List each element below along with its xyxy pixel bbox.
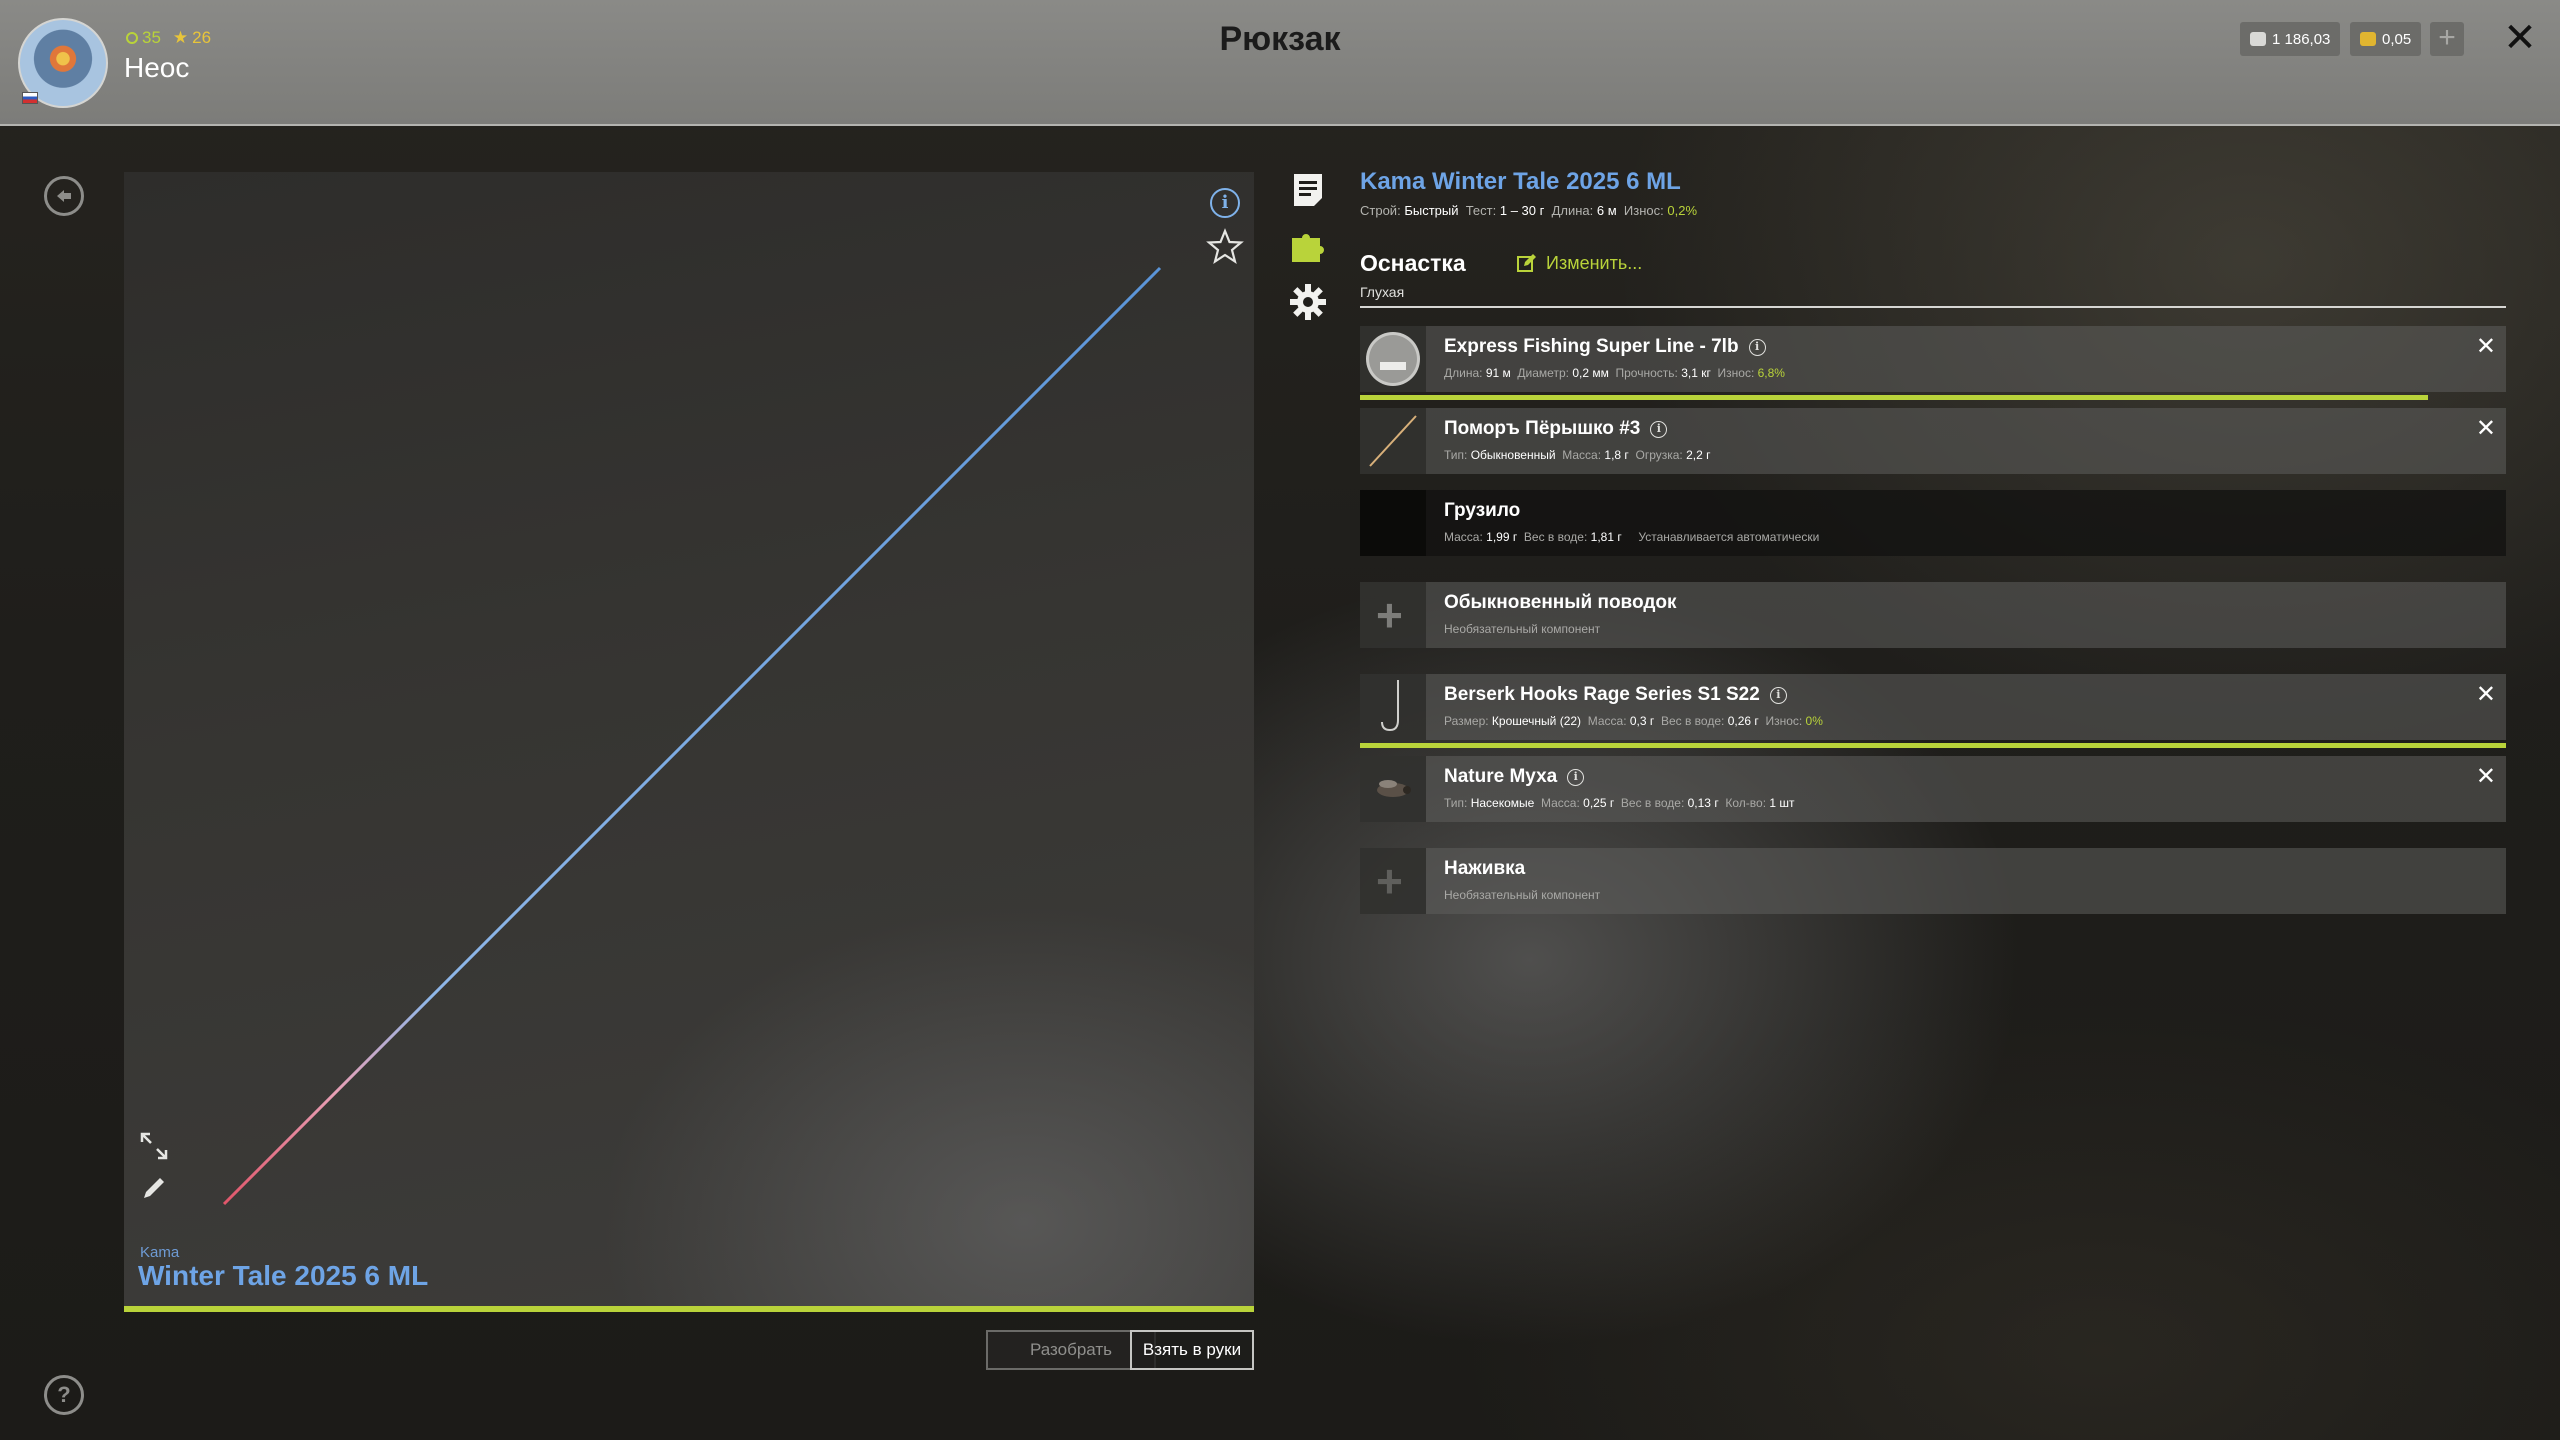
info-icon[interactable]: i [1769,686,1787,704]
add-icon: + [1376,589,1403,641]
component-subtitle: Необязательный компонент [1444,888,1601,902]
component-leader-slot[interactable]: + Обыкновенный поводок Необязательный ко… [1360,582,2506,648]
line-spool-icon [1366,332,1420,386]
float-thumbnail [1360,408,1426,474]
top-bar: 35 ★ 26 Неос Рюкзак 1 186,03 0,05 + ✕ [0,0,2560,126]
component-name: Berserk Hooks Rage Series S1 S22 i [1444,684,1787,706]
page-title: Рюкзак [1219,20,1341,58]
component-name: Обыкновенный поводок [1444,592,1677,613]
fly-icon [1377,780,1411,797]
rod-title: Kama Winter Tale 2025 6 ML [1360,168,1681,195]
hook-wear-bar [1360,743,2506,748]
close-button[interactable]: ✕ [2500,16,2540,60]
add-currency-button[interactable]: + [2430,22,2464,56]
info-icon[interactable]: i [1567,768,1585,786]
rod-3d-view [222,266,1162,1206]
remove-button[interactable]: ✕ [2476,680,2496,709]
rod-model: Winter Tale 2025 6 ML [138,1260,429,1291]
line-thumbnail [1360,326,1426,392]
add-icon: + [1376,855,1403,907]
gold-amount: 0,05 [2382,30,2412,48]
component-line[interactable]: Express Fishing Super Line - 7lb i Длина… [1360,326,2506,392]
help-button[interactable]: ? [44,1375,84,1415]
component-details: Длина: 91 м Диаметр: 0,2 мм Прочность: 3… [1444,366,1785,380]
fly-thumbnail [1360,756,1426,822]
component-bait-slot[interactable]: + Наживка Необязательный компонент [1360,848,2506,914]
gold-balance: 0,05 [2350,22,2422,56]
description-tab-icon[interactable] [1288,170,1328,210]
component-details: Тип: Обыкновенный Масса: 1,8 г Огрузка: … [1444,448,1711,462]
component-name: Грузило [1444,500,1521,521]
back-icon [57,190,71,202]
component-hook[interactable]: Berserk Hooks Rage Series S1 S22 i Разме… [1360,674,2506,740]
remove-button[interactable]: ✕ [2476,762,2496,791]
component-details: Масса: 1,99 г Вес в воде: 1,81 г Устанав… [1444,530,1820,544]
component-details: Размер: Крошечный (22) Масса: 0,3 г Вес … [1444,714,1823,728]
rod-wear-bar [124,1306,1254,1312]
rod-brand: Kama [140,1244,180,1261]
component-name: Nature Муха i [1444,766,1585,788]
line-wear-bar [1360,395,2428,400]
component-name: Поморъ Пёрышко #3 i [1444,418,1668,440]
rig-divider [1360,306,2506,308]
component-sinker[interactable]: Грузило Масса: 1,99 г Вес в воде: 1,81 г… [1360,490,2506,556]
gold-coin-icon [2360,32,2376,46]
component-name: Express Fishing Super Line - 7lb i [1444,336,1766,358]
back-button[interactable] [44,176,84,216]
component-bait-fly[interactable]: Nature Муха i Тип: Насекомые Масса: 0,25… [1360,756,2506,822]
silver-amount: 1 186,03 [2272,30,2331,48]
hook-thumbnail [1360,674,1426,740]
float-icon [1369,415,1417,467]
bait-thumbnail: + [1360,848,1426,914]
component-details: Тип: Насекомые Масса: 0,25 г Вес в воде:… [1444,796,1795,810]
component-float[interactable]: Поморъ Пёрышко #3 i Тип: Обыкновенный Ма… [1360,408,2506,474]
settings-gear-tab-icon[interactable] [1288,282,1328,322]
question-icon: ? [57,1382,71,1407]
remove-button[interactable]: ✕ [2476,414,2496,443]
russia-flag-icon [22,92,38,104]
edit-icon [1517,254,1536,272]
favorite-star-icon[interactable] [1206,228,1244,266]
pencil-icon[interactable] [138,1172,170,1204]
rod-preview[interactable]: i Kama Winter Tale 2025 6 ML [124,172,1254,1312]
silver-coin-icon [2250,32,2266,46]
equip-button[interactable]: Взять в руки [1130,1330,1254,1370]
rig-edit-label: Изменить... [1546,252,1643,273]
expand-icon[interactable] [138,1130,170,1162]
rig-edit-button[interactable]: Изменить... [1516,252,1642,274]
rig-heading: Оснастка [1360,250,1466,276]
remove-button[interactable]: ✕ [2476,332,2496,361]
rod-specs: Строй: Быстрый Тест: 1 – 30 г Длина: 6 м… [1360,203,1698,218]
component-name: Наживка [1444,858,1526,879]
rig-type: Глухая [1360,284,1405,300]
info-icon[interactable]: i [1650,420,1668,438]
rig-puzzle-tab-icon[interactable] [1288,226,1328,266]
hook-icon [1381,680,1399,732]
silver-balance: 1 186,03 [2240,22,2341,56]
info-icon[interactable]: i [1748,338,1766,356]
sinker-auto-note: Устанавливается автоматически [1638,530,1820,544]
component-subtitle: Необязательный компонент [1444,622,1601,636]
sinker-thumbnail [1360,490,1426,556]
leader-thumbnail: + [1360,582,1426,648]
info-icon[interactable]: i [1210,188,1240,218]
